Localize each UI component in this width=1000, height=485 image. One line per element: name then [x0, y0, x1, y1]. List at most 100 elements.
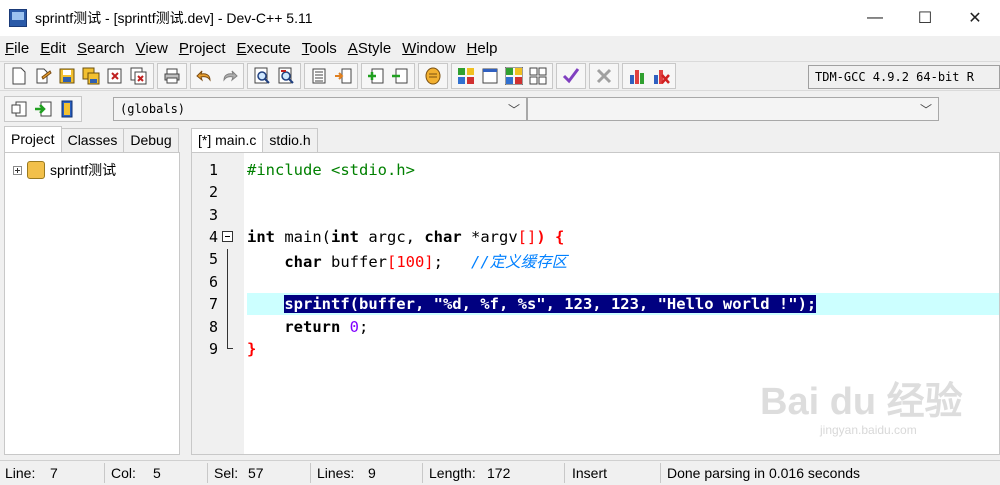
code-line-current: 7 sprintf(buffer, "%d, %f, %s", 123, 123… — [192, 293, 999, 315]
close-file-button[interactable] — [104, 65, 126, 87]
line-number: 1 — [208, 161, 218, 179]
expand-icon[interactable] — [13, 165, 22, 175]
menu-tools[interactable]: Tools — [297, 40, 341, 57]
project-toolbar-group — [361, 63, 415, 89]
compiler-select[interactable]: TDM-GCC 4.9.2 64-bit R — [808, 65, 1000, 89]
tab-main-c[interactable]: [*] main.c — [191, 128, 264, 152]
open-file-button[interactable] — [32, 65, 54, 87]
compile-toolbar-group — [451, 63, 553, 89]
selected-text: sprintf(buffer, "%d, %f, %s", 123, 123, … — [284, 295, 817, 313]
status-col-label: Col: — [111, 465, 136, 481]
save-button[interactable] — [56, 65, 78, 87]
toggle-bookmark-button[interactable] — [32, 98, 54, 120]
menu-help[interactable]: Help — [462, 40, 502, 57]
new-file-button[interactable] — [8, 65, 30, 87]
rebuild-button[interactable] — [527, 65, 549, 87]
code-line: 2 — [192, 181, 999, 203]
new-file-icon — [12, 67, 26, 85]
watermark-url: jingyan.baidu.com — [820, 423, 917, 437]
status-mode: Insert — [572, 465, 608, 481]
undo-button[interactable] — [194, 65, 216, 87]
scope-combo-value: (globals) — [120, 102, 186, 116]
syntax-check-button[interactable] — [560, 65, 582, 87]
menu-project[interactable]: Project — [174, 40, 230, 57]
menu-search[interactable]: Search — [72, 40, 129, 57]
bar-chart-icon — [630, 70, 644, 84]
run-icon — [482, 68, 498, 84]
menu-file[interactable]: File — [0, 40, 33, 57]
insert-icon — [11, 101, 27, 117]
line-number: 9 — [208, 340, 218, 358]
line-number: 4 — [208, 228, 218, 246]
code-line: 6 — [192, 271, 999, 293]
project-options-icon — [425, 67, 441, 85]
status-sel-value: 57 — [248, 465, 264, 481]
main-toolbar: TDM-GCC 4.9.2 64-bit R — [0, 61, 1000, 91]
indent-icon — [312, 68, 326, 84]
menu-execute[interactable]: Execute — [232, 40, 295, 57]
baidu-watermark: Bai du 经验 jingyan.baidu.com — [760, 370, 963, 437]
status-divider — [564, 463, 565, 483]
profile-toolbar-group — [622, 63, 676, 89]
tab-classes[interactable]: Classes — [60, 128, 125, 152]
line-number: 6 — [208, 273, 218, 291]
menu-window[interactable]: Window — [397, 40, 459, 57]
insert-button[interactable] — [8, 98, 30, 120]
print-toolbar-group — [157, 63, 187, 89]
undo-icon — [196, 70, 211, 82]
menu-astyle[interactable]: AStyle — [343, 40, 395, 57]
chevron-down-icon: ﹀ — [507, 103, 520, 117]
window-title: sprintf测试 - [sprintf测试.dev] - Dev-C++ 5.… — [35, 10, 313, 26]
stop-button[interactable] — [593, 65, 615, 87]
compile-run-icon — [505, 67, 523, 85]
status-bar: Line: 7 Col: 5 Sel: 57 Lines: 9 Length: … — [0, 460, 1000, 485]
save-all-button[interactable] — [80, 65, 102, 87]
add-to-project-button[interactable] — [365, 65, 387, 87]
status-col-value: 5 — [153, 465, 161, 481]
title-bar: sprintf测试 - [sprintf测试.dev] - Dev-C++ 5.… — [0, 0, 1000, 36]
menu-view[interactable]: View — [131, 40, 172, 57]
print-button[interactable] — [161, 65, 183, 87]
line-number: 2 — [208, 183, 218, 201]
tab-stdio-h[interactable]: stdio.h — [262, 128, 318, 152]
editor-tabs: [*] main.c stdio.h — [191, 128, 318, 152]
fold-collapse-icon[interactable] — [222, 231, 233, 242]
status-divider — [104, 463, 105, 483]
member-combo[interactable]: ﹀ — [527, 97, 939, 121]
remove-file-icon — [392, 68, 408, 84]
scope-combo[interactable]: (globals) ﹀ — [113, 97, 527, 121]
status-message: Done parsing in 0.016 seconds — [667, 465, 861, 481]
indent-button[interactable] — [308, 65, 330, 87]
tab-debug[interactable]: Debug — [123, 128, 179, 152]
profile-button[interactable] — [626, 65, 648, 87]
remove-from-project-button[interactable] — [389, 65, 411, 87]
close-all-button[interactable] — [128, 65, 150, 87]
edit-toolbar-group — [190, 63, 244, 89]
tab-project[interactable]: Project — [4, 126, 62, 152]
view-toolbar-group — [304, 63, 358, 89]
status-length-label: Length: — [429, 465, 476, 481]
project-name: sprintf测试 — [50, 162, 117, 178]
tree-item-project[interactable]: sprintf测试 — [13, 160, 116, 180]
close-file-icon — [107, 68, 122, 84]
close-button[interactable]: ✕ — [950, 0, 1000, 36]
goto-line-button[interactable] — [332, 65, 354, 87]
replace-button[interactable] — [275, 65, 297, 87]
redo-button[interactable] — [218, 65, 240, 87]
project-tree: sprintf测试 — [4, 152, 180, 455]
save-all-icon — [82, 67, 100, 85]
maximize-button[interactable]: ☐ — [900, 0, 950, 36]
rebuild-icon — [529, 67, 547, 85]
project-options-button[interactable] — [422, 65, 444, 87]
watermark-logo: Bai du 经验 — [760, 381, 963, 423]
run-button[interactable] — [479, 65, 501, 87]
delete-profile-button[interactable] — [650, 65, 672, 87]
goto-bookmark-button[interactable] — [56, 98, 78, 120]
minimize-button[interactable]: — — [850, 0, 900, 36]
compile-button[interactable] — [455, 65, 477, 87]
code-line: 4 int main(int argc, char *argv[]) { — [192, 226, 999, 248]
find-icon — [254, 67, 270, 84]
compile-run-button[interactable] — [503, 65, 525, 87]
menu-edit[interactable]: Edit — [35, 40, 70, 57]
find-button[interactable] — [251, 65, 273, 87]
